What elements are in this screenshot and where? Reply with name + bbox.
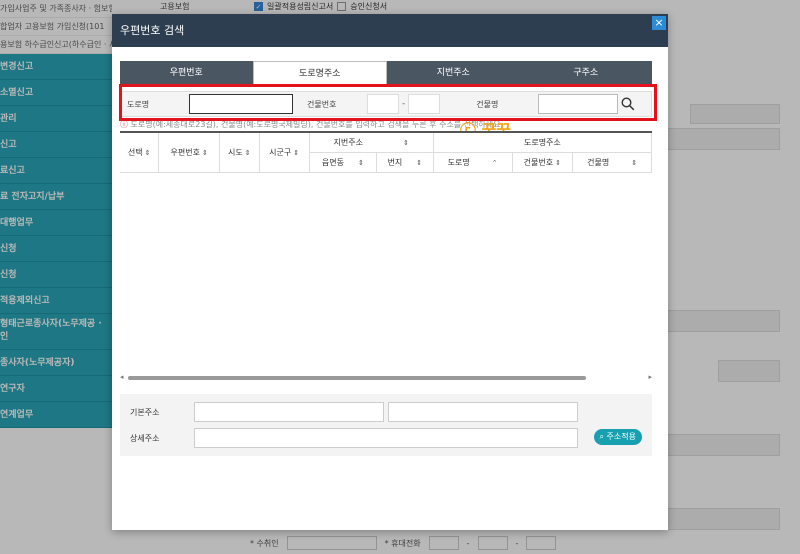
building-name-input[interactable] [538,94,619,114]
sort-icon: ⇕ [293,148,300,157]
col-label: 건물명 [587,157,610,167]
tab-old-address[interactable]: 구주소 [519,61,652,85]
col-label: 선택 [127,147,143,157]
tab-postal-code[interactable]: 우편번호 [120,61,253,85]
sort-icon: ⇕ [631,158,638,167]
close-icon[interactable]: × [652,16,666,30]
col-building-name[interactable]: 건물명 ⇕ [572,152,652,173]
tab-road-address[interactable]: 도로명주소 [252,61,387,85]
col-label: 도로명 [447,157,470,167]
col-sido[interactable]: 시도 ⇕ [219,131,260,173]
group-label: 도로명주소 [523,137,561,147]
sort-icon: ⇕ [416,158,423,167]
address-box: 기본주소 상세주소 ⌕ 주소적용 [120,394,652,456]
building-name-label: 건물명 [476,99,499,109]
group-road-address: 도로명주소 [433,131,653,153]
detail-address-label: 상세주소 [130,433,160,443]
road-name-input[interactable] [189,94,293,114]
col-postal[interactable]: 우편번호 ⇕ [158,131,220,173]
col-sigungu[interactable]: 시군구 ⇕ [259,131,310,173]
building-no-main-input[interactable] [367,94,399,114]
col-label: 번지 [387,157,403,167]
search-notice: ⓘ 도로명(예:세종대로23길), 건물명(예:도로명국제빌딩), 건물번호를 … [120,119,503,130]
basic-address-input-2[interactable] [388,402,578,422]
detail-address-row: 상세주소 [130,428,578,448]
col-label: 우편번호 [170,147,200,157]
sort-icon: ⇕ [403,138,409,147]
col-eupmyeondong[interactable]: 읍면동 ⇕ [309,152,377,173]
col-label: 시군구 [269,147,292,157]
search-icon[interactable] [618,94,638,114]
postal-code-modal: 우편번호 검색 × 우편번호 도로명주소 지번주소 구주소 도로명 건물번호 -… [112,14,668,530]
apply-address-button[interactable]: ⌕ 주소적용 [593,429,642,445]
road-name-label: 도로명 [127,99,150,109]
scroll-right-icon[interactable]: ▸ [648,373,652,381]
search-row: 도로명 건물번호 - 건물명 [120,91,652,117]
col-label: 시도 [227,147,243,157]
sort-icon: ⇕ [244,148,251,157]
dash-text: - [402,99,406,109]
col-label: 읍면동 [321,157,344,167]
building-no-label: 건물번호 [307,99,337,109]
sort-up-icon: ⌃ [491,158,498,167]
scroll-left-icon[interactable]: ◂ [120,373,124,381]
apply-button-label: 주소적용 [606,432,636,441]
col-label: 건물번호 [523,157,554,167]
search-icon: ⌕ [599,432,607,441]
basic-address-input-1[interactable] [194,402,384,422]
sort-icon: ⇕ [201,148,208,157]
warning-icon: ⓘ [120,120,131,129]
sort-icon: ⇕ [357,158,364,167]
basic-address-label: 기본주소 [130,407,160,417]
group-label: 지번주소 [333,137,363,147]
modal-title: 우편번호 검색 [120,24,185,37]
result-table: 선택 ⇕ 우편번호 ⇕ 시도 ⇕ 시군구 ⇕ 지번주소 ⇕ 도로명주소 읍면동 ⇕ 번지 ⇕ … [120,131,653,173]
notice-text: 도로명(예:세종대로23길), 건물명(예:도로명국제빌딩), 건물번호를 입력… [130,120,504,129]
tab-lot-address[interactable]: 지번주소 [387,61,520,85]
sort-icon: ⇕ [144,148,151,157]
basic-address-row: 기본주소 [130,402,578,422]
col-road-name[interactable]: 도로명 ⌃ [433,152,513,173]
horizontal-scrollbar[interactable]: ◂ ▸ [120,373,652,382]
detail-address-input[interactable] [194,428,578,448]
sort-icon: ⇕ [555,158,561,167]
col-select[interactable]: 선택 ⇕ [120,131,160,173]
scroll-thumb[interactable] [128,376,586,380]
col-building-no[interactable]: 건물번호 ⇕ [512,152,574,173]
col-bunji[interactable]: 번지 ⇕ [376,152,434,173]
building-no-sub-input[interactable] [408,94,441,114]
search-tabs: 우편번호 도로명주소 지번주소 구주소 [120,61,652,85]
group-lot-address[interactable]: 지번주소 ⇕ [309,131,434,153]
modal-header: 우편번호 검색 × [112,14,668,47]
